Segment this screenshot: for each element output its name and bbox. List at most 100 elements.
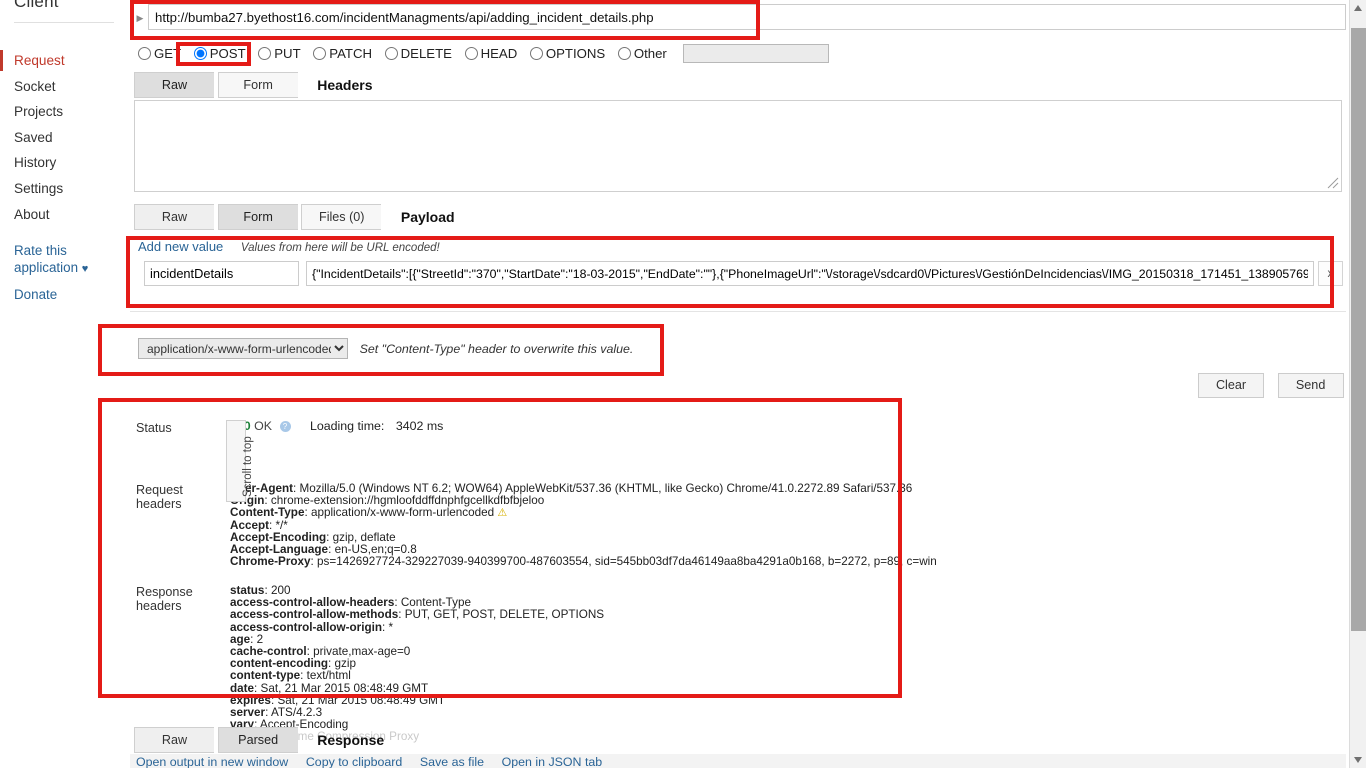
tab-payload-raw[interactable]: Raw xyxy=(134,204,214,230)
arc-app-window: Client Request Socket Projects Saved His… xyxy=(0,0,1366,768)
loading-time-value: 3402 ms xyxy=(395,419,444,433)
headers-textarea[interactable] xyxy=(134,100,1342,192)
header-value: ATS/4.2.3 xyxy=(270,706,323,720)
header-name: access-control-allow-headers xyxy=(230,596,395,610)
header-value: */* xyxy=(275,518,288,532)
request-url-input[interactable] xyxy=(148,4,1346,30)
method-label-other: Other xyxy=(633,46,667,61)
sidebar-divider xyxy=(14,22,114,23)
header-value: private,max-age=0 xyxy=(313,645,411,659)
sidebar-item-projects[interactable]: Projects xyxy=(0,99,130,125)
sidebar-item-label: History xyxy=(14,155,57,171)
response-section-title: Response xyxy=(317,732,385,748)
sidebar-item-saved[interactable]: Saved xyxy=(0,125,130,151)
tab-response-parsed[interactable]: Parsed xyxy=(217,727,298,753)
method-radio-options[interactable] xyxy=(529,47,543,60)
method-option-options[interactable]: OPTIONS xyxy=(529,46,606,61)
payload-key-input[interactable] xyxy=(144,261,299,286)
method-radio-post[interactable] xyxy=(193,47,207,60)
method-other-input[interactable] xyxy=(683,44,830,63)
header-line: access-control-allow-origin: * xyxy=(230,620,394,634)
header-name: cache-control xyxy=(230,645,307,659)
payload-value-input[interactable] xyxy=(306,261,1314,286)
method-option-patch[interactable]: PATCH xyxy=(313,46,372,61)
tab-payload-files[interactable]: Files (0) xyxy=(301,204,382,230)
header-name: date xyxy=(230,681,255,695)
header-name: expires xyxy=(230,693,271,707)
method-label-delete: DELETE xyxy=(400,46,452,61)
method-radio-put[interactable] xyxy=(258,47,272,60)
method-option-delete[interactable]: DELETE xyxy=(384,46,452,61)
method-label-options: OPTIONS xyxy=(545,46,606,61)
sidebar-item-label: Projects xyxy=(14,104,64,120)
method-option-other[interactable]: Other xyxy=(617,46,667,61)
request-headers-row: Request headers User-Agent: Mozilla/5.0 … xyxy=(130,438,1346,568)
add-new-value-link[interactable]: Add new value xyxy=(138,239,223,254)
response-headers-label: Response headers xyxy=(136,585,193,613)
method-label-head: HEAD xyxy=(480,46,518,61)
content-type-select[interactable]: application/x-www-form-urlencoded multip… xyxy=(138,338,348,359)
method-radio-head[interactable] xyxy=(464,47,478,60)
heart-icon: ♥ xyxy=(81,263,89,275)
vertical-scrollbar[interactable] xyxy=(1349,0,1366,768)
method-radio-patch[interactable] xyxy=(313,47,327,60)
response-action-links: Open output in new window Copy to clipbo… xyxy=(130,754,1346,768)
warning-icon[interactable]: ⚠ xyxy=(497,507,507,519)
sidebar-item-history[interactable]: History xyxy=(0,150,130,176)
sidebar-item-request[interactable]: Request xyxy=(0,48,130,74)
copy-to-clipboard-link[interactable]: Copy to clipboard xyxy=(306,755,402,768)
save-as-file-link[interactable]: Save as file xyxy=(420,755,484,768)
scroll-to-top-button[interactable]: Scroll to top xyxy=(226,420,254,502)
response-tabstrip: Raw Parsed Response xyxy=(134,727,384,753)
tab-headers-form[interactable]: Form xyxy=(217,72,298,98)
header-value: PUT, GET, POST, DELETE, OPTIONS xyxy=(404,608,605,622)
rate-application-link[interactable]: Rate this application ♥ xyxy=(14,242,130,278)
tab-headers-raw[interactable]: Raw xyxy=(134,72,214,98)
header-name: age xyxy=(230,632,251,646)
method-label-post: POST xyxy=(209,46,246,61)
status-text: OK xyxy=(254,419,273,433)
header-value: * xyxy=(388,620,394,634)
request-actions: Clear Send xyxy=(1188,373,1344,398)
open-in-json-tab-link[interactable]: Open in JSON tab xyxy=(502,755,603,768)
payload-remove-button[interactable]: x xyxy=(1318,261,1343,286)
open-output-new-window-link[interactable]: Open output in new window xyxy=(136,755,288,768)
donate-link[interactable]: Donate xyxy=(14,286,130,303)
method-option-get[interactable]: GET xyxy=(138,46,181,61)
method-radio-get[interactable] xyxy=(138,47,151,60)
sidebar-item-label: Request xyxy=(14,53,65,68)
response-meta-panel: Status 200 OK ? Loading time: 3402 ms Re… xyxy=(130,402,1346,743)
method-radio-delete[interactable] xyxy=(384,47,398,60)
tab-payload-form[interactable]: Form xyxy=(217,204,298,230)
send-button[interactable]: Send xyxy=(1277,373,1344,398)
scrollbar-thumb[interactable] xyxy=(1351,28,1366,631)
method-radio-other[interactable] xyxy=(617,47,631,60)
method-option-put[interactable]: PUT xyxy=(258,46,301,61)
method-label-put: PUT xyxy=(274,46,301,61)
payload-header-row: Add new value Values from here will be U… xyxy=(138,239,1338,254)
help-icon[interactable]: ? xyxy=(279,421,291,432)
headers-tabstrip: Raw Form Headers xyxy=(134,72,373,98)
tab-response-raw[interactable]: Raw xyxy=(134,727,214,753)
clear-button[interactable]: Clear xyxy=(1198,373,1264,398)
header-name: status xyxy=(230,584,265,597)
scrollbar-up-arrow-icon[interactable] xyxy=(1350,0,1366,17)
rate-application-label: Rate this application xyxy=(14,243,79,275)
expand-chevron-icon[interactable]: ▶ xyxy=(134,12,146,24)
payload-section-title: Payload xyxy=(400,209,455,225)
payload-form-row: x xyxy=(138,261,1343,287)
status-label: Status xyxy=(136,421,172,435)
header-value: Sat, 21 Mar 2015 08:48:49 GMT xyxy=(260,681,429,695)
headers-section-title: Headers xyxy=(317,77,373,93)
header-value: Content-Type xyxy=(400,596,472,610)
method-option-post[interactable]: POST xyxy=(193,46,246,61)
content-type-row: application/x-www-form-urlencoded multip… xyxy=(138,338,938,360)
method-option-head[interactable]: HEAD xyxy=(464,46,518,61)
sidebar-item-about[interactable]: About xyxy=(0,202,130,228)
header-value: chrome-extension://hgmloofddffdnphfgcell… xyxy=(270,494,545,508)
sidebar-item-settings[interactable]: Settings xyxy=(0,176,130,202)
sidebar-item-socket[interactable]: Socket xyxy=(0,74,130,100)
response-headers-list: status: 200 access-control-allow-headers… xyxy=(230,584,605,744)
header-value: Sat, 21 Mar 2015 08:48:49 GMT xyxy=(277,693,446,707)
scrollbar-down-arrow-icon[interactable] xyxy=(1350,751,1366,768)
